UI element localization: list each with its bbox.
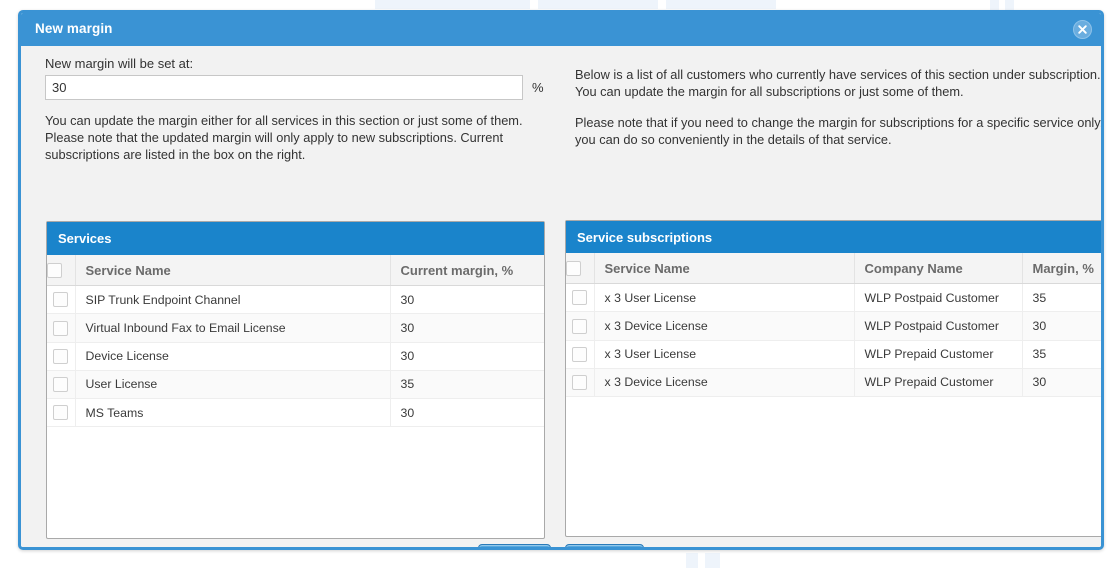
left-description: You can update the margin either for all… — [45, 113, 523, 162]
cell-service-name: Virtual Inbound Fax to Email License — [75, 313, 391, 343]
background-tab — [538, 0, 658, 9]
table-row[interactable]: Virtual Inbound Fax to Email License 30 — [47, 313, 544, 343]
row-checkbox[interactable] — [53, 292, 69, 308]
cancel-button[interactable]: Cancel — [564, 544, 644, 547]
subscriptions-panel-title: Service subscriptions — [566, 221, 1101, 253]
apply-button[interactable]: Apply — [478, 544, 551, 547]
background-tab — [375, 0, 530, 9]
cell-margin: 35 — [1022, 340, 1101, 369]
percent-sign: % — [532, 80, 544, 95]
cell-current-margin: 30 — [390, 313, 544, 343]
table-row[interactable]: User License 35 — [47, 370, 544, 400]
table-row[interactable]: x 3 User License WLP Postpaid Customer 3… — [566, 283, 1101, 313]
row-checkbox[interactable] — [53, 377, 69, 393]
cell-current-margin: 30 — [390, 342, 544, 371]
service-subscriptions-panel: Service subscriptions Service Name Compa… — [565, 220, 1101, 537]
screen: New margin New margin will be set at: % … — [0, 0, 1118, 568]
row-checkbox[interactable] — [572, 318, 588, 334]
dialog-title: New margin — [35, 21, 113, 36]
table-header-row: Service Name Current margin, % — [47, 255, 544, 287]
cell-company-name: WLP Prepaid Customer — [854, 340, 1023, 369]
select-all-checkbox[interactable] — [566, 261, 581, 277]
cell-company-name: WLP Postpaid Customer — [854, 283, 1023, 313]
cell-service-name: MS Teams — [75, 398, 391, 428]
column-header-margin[interactable]: Margin, % — [1022, 253, 1101, 285]
dialog-footer: Apply Cancel — [21, 544, 1101, 547]
close-icon[interactable] — [1073, 20, 1092, 39]
services-table-body: SIP Trunk Endpoint Channel 30 Virtual In… — [47, 285, 544, 428]
cell-service-name: x 3 User License — [594, 340, 855, 369]
select-all-header-cell — [566, 253, 595, 285]
right-info-section: Below is a list of all customers who cur… — [561, 46, 1101, 148]
table-row[interactable]: x 3 Device License WLP Prepaid Customer … — [566, 368, 1101, 398]
row-select-cell — [566, 340, 595, 369]
column-header-current-margin[interactable]: Current margin, % — [390, 255, 544, 287]
table-header-row: Service Name Company Name Margin, % — [566, 253, 1101, 285]
table-row[interactable]: SIP Trunk Endpoint Channel 30 — [47, 285, 544, 315]
select-all-checkbox[interactable] — [47, 263, 62, 279]
row-select-cell — [566, 311, 595, 341]
subscriptions-table: Service Name Company Name Margin, % x 3 … — [566, 253, 1101, 398]
row-checkbox[interactable] — [572, 375, 588, 391]
table-row[interactable]: Device License 30 — [47, 342, 544, 371]
table-row[interactable]: x 3 Device License WLP Postpaid Customer… — [566, 311, 1101, 341]
select-all-header-cell — [47, 255, 76, 287]
cell-company-name: WLP Postpaid Customer — [854, 311, 1023, 341]
cell-current-margin: 35 — [390, 370, 544, 400]
row-checkbox[interactable] — [53, 348, 69, 364]
row-select-cell — [47, 285, 76, 315]
cell-service-name: x 3 Device License — [594, 368, 855, 398]
column-header-service-name[interactable]: Service Name — [594, 253, 855, 285]
dialog-body: New margin will be set at: % You can upd… — [21, 46, 1101, 547]
margin-input[interactable] — [45, 75, 523, 100]
table-row[interactable]: x 3 User License WLP Prepaid Customer 35 — [566, 340, 1101, 369]
row-checkbox[interactable] — [572, 346, 588, 362]
cell-service-name: Device License — [75, 342, 391, 371]
cell-current-margin: 30 — [390, 398, 544, 428]
margin-input-section: New margin will be set at: % You can upd… — [29, 46, 545, 163]
row-select-cell — [47, 313, 76, 343]
cell-company-name: WLP Prepaid Customer — [854, 368, 1023, 398]
background-strip — [686, 553, 720, 568]
new-margin-dialog: New margin New margin will be set at: % … — [18, 10, 1104, 550]
row-select-cell — [47, 370, 76, 400]
cell-service-name: x 3 Device License — [594, 311, 855, 341]
row-select-cell — [47, 398, 76, 428]
right-description-paragraph-2: Please note that if you need to change t… — [575, 115, 1104, 147]
cell-current-margin: 30 — [390, 285, 544, 315]
subscriptions-table-body: x 3 User License WLP Postpaid Customer 3… — [566, 283, 1101, 398]
cell-service-name: User License — [75, 370, 391, 400]
column-header-company-name[interactable]: Company Name — [854, 253, 1023, 285]
column-header-service-name[interactable]: Service Name — [75, 255, 391, 287]
margin-field-label: New margin will be set at: — [45, 56, 194, 71]
margin-input-row: % — [29, 75, 545, 100]
cell-service-name: x 3 User License — [594, 283, 855, 313]
services-panel: Services Service Name Current margin, % — [46, 221, 545, 539]
cell-margin: 30 — [1022, 368, 1101, 398]
row-checkbox[interactable] — [572, 290, 588, 306]
right-description-paragraph-1: Below is a list of all customers who cur… — [575, 67, 1101, 99]
row-select-cell — [566, 283, 595, 313]
table-row[interactable]: MS Teams 30 — [47, 398, 544, 428]
row-select-cell — [566, 368, 595, 398]
row-select-cell — [47, 342, 76, 371]
row-checkbox[interactable] — [53, 320, 69, 336]
row-checkbox[interactable] — [53, 405, 69, 421]
services-panel-title: Services — [47, 222, 544, 255]
right-description: Below is a list of all customers who cur… — [561, 66, 1104, 148]
dialog-header: New margin — [21, 13, 1101, 46]
services-table: Service Name Current margin, % SIP Trunk… — [47, 255, 544, 428]
background-tab — [666, 0, 776, 9]
cell-margin: 35 — [1022, 283, 1101, 313]
cell-service-name: SIP Trunk Endpoint Channel — [75, 285, 391, 315]
cell-margin: 30 — [1022, 311, 1101, 341]
